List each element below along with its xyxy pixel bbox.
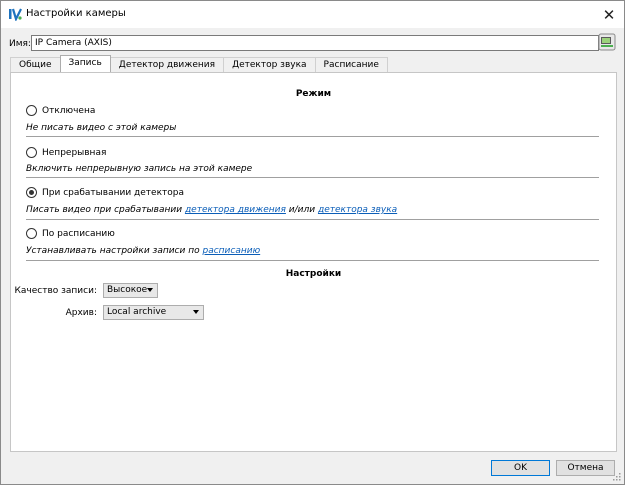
divider [26,177,599,178]
option-description: Устанавливать настройки записи по распис… [26,246,260,256]
radio-label: По расписанию [42,228,115,239]
tab-schedule[interactable]: Расписание [314,57,388,72]
quality-select[interactable]: Высокое [103,283,158,298]
radio-by-schedule[interactable]: По расписанию [26,228,115,239]
chevron-down-icon [193,310,199,314]
ok-button[interactable]: OK [491,460,550,476]
cancel-button[interactable]: Отмена [556,460,615,476]
motion-detector-link[interactable]: детектора движения [185,205,286,215]
option-description: Не писать видео с этой камеры [26,123,177,133]
radio-continuous[interactable]: Непрерывная [26,147,106,158]
archive-label: Архив: [65,308,97,318]
window-title: Настройки камеры [26,8,126,19]
quality-value: Высокое [107,285,148,295]
resize-grip-icon[interactable] [613,473,621,481]
tab-bar: Общие Запись Детектор движения Детектор … [10,55,388,72]
schedule-link[interactable]: расписанию [202,246,260,256]
tab-recording[interactable]: Запись [59,55,111,72]
radio-label: Отключена [42,105,96,116]
close-icon[interactable]: ✕ [594,1,624,28]
camera-settings-dialog: Настройки камеры ✕ Имя: IP Camera (AXIS)… [0,0,625,485]
option-description: Включить непрерывную запись на этой каме… [26,164,253,174]
chevron-down-icon [147,288,153,292]
settings-section-title: Настройки [285,269,342,279]
tab-sound-detector[interactable]: Детектор звука [223,57,316,72]
archive-select[interactable]: Local archive [103,305,204,320]
radio-button[interactable] [26,228,37,239]
mode-section-title: Режим [295,89,332,99]
radio-button-selected[interactable] [26,187,37,198]
description-text: Устанавливать настройки записи по [26,246,203,256]
tab-general[interactable]: Общие [10,57,61,72]
name-field[interactable]: IP Camera (AXIS) [31,35,599,51]
radio-label: Непрерывная [42,147,107,158]
description-text: Писать видео при срабатывании [26,205,185,215]
iv-logo-icon [8,7,22,22]
radio-button[interactable] [26,105,37,116]
radio-button[interactable] [26,147,37,158]
description-text: и/или [285,205,318,215]
tab-motion-detector[interactable]: Детектор движения [109,57,225,72]
option-description: Писать видео при срабатывании детектора … [26,205,397,215]
divider [26,260,599,261]
radio-label: При срабатывании детектора [42,187,184,198]
camera-settings-icon[interactable] [598,33,616,51]
name-label: Имя: [9,39,31,49]
archive-value: Local archive [107,307,167,317]
divider [26,219,599,220]
title-bar: Настройки камеры ✕ [1,1,624,28]
recording-panel: Режим Отключена Не писать видео с этой к… [10,72,617,452]
quality-label: Качество записи: [14,286,98,296]
radio-disabled[interactable]: Отключена [26,105,95,116]
sound-detector-link[interactable]: детектора звука [318,205,397,215]
divider [26,136,599,137]
radio-on-detector[interactable]: При срабатывании детектора [26,187,184,198]
